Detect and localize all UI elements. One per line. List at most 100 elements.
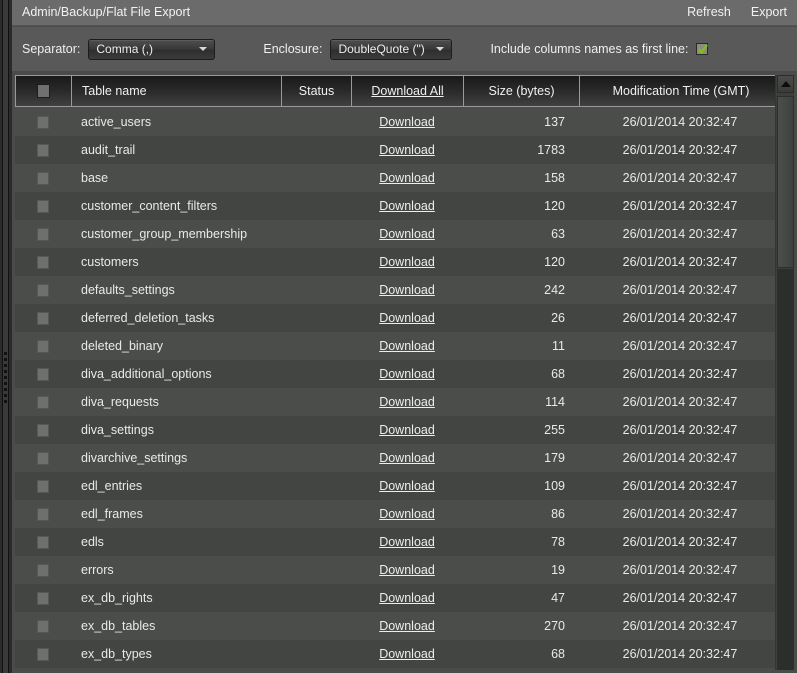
cell-size: 120: [544, 255, 565, 269]
enclosure-select[interactable]: DoubleQuote ("): [330, 38, 453, 60]
row-checkbox[interactable]: [37, 339, 49, 353]
cell-size: 78: [551, 535, 565, 549]
table-row[interactable]: customer_group_membership Download 63 26/01…: [15, 220, 783, 248]
row-checkbox[interactable]: [37, 647, 49, 661]
download-link[interactable]: Download: [379, 199, 435, 213]
download-link[interactable]: Download: [379, 339, 435, 353]
header-select-all-cell: [16, 76, 72, 106]
table-row[interactable]: edls Download 78 26/01/2014 20:32:47: [15, 528, 783, 556]
table-row[interactable]: divarchive_settings Download 179 26/01/2014…: [15, 444, 783, 472]
row-checkbox[interactable]: [37, 199, 49, 213]
row-select-cell: [15, 500, 71, 528]
row-select-cell: [15, 472, 71, 500]
table-row[interactable]: customer_content_filters Download 120 26/01…: [15, 192, 783, 220]
export-button[interactable]: Export: [751, 5, 787, 19]
cell-modification-time: 26/01/2014 20:32:47: [622, 451, 738, 465]
download-link[interactable]: Download: [379, 423, 435, 437]
table-row[interactable]: defaults_settings Download 242 26/01/2014 2…: [15, 276, 783, 304]
row-select-cell: [15, 248, 71, 276]
row-checkbox[interactable]: [37, 115, 49, 129]
scroll-up-button[interactable]: [777, 75, 794, 93]
download-link[interactable]: Download: [379, 647, 435, 661]
header-size[interactable]: Size (bytes): [464, 76, 580, 106]
download-link[interactable]: Download: [379, 395, 435, 409]
scrollbar-track[interactable]: [777, 269, 794, 670]
download-link[interactable]: Download: [379, 479, 435, 493]
left-splitter-rail[interactable]: [0, 0, 12, 673]
download-link[interactable]: Download: [379, 255, 435, 269]
row-checkbox[interactable]: [37, 171, 49, 185]
header-modification-time[interactable]: Modification Time (GMT): [580, 76, 782, 106]
cell-table-name: ex_db_rights: [81, 591, 153, 605]
table-row[interactable]: edl_entries Download 109 26/01/2014 20:32:4…: [15, 472, 783, 500]
table-row[interactable]: active_users Download 137 26/01/2014 20:32:…: [15, 108, 783, 136]
scrollbar-thumb[interactable]: [777, 96, 794, 268]
cell-table-name: customers: [81, 255, 139, 269]
row-checkbox[interactable]: [37, 143, 49, 157]
refresh-button[interactable]: Refresh: [687, 5, 731, 19]
row-checkbox[interactable]: [37, 423, 49, 437]
download-link[interactable]: Download: [379, 507, 435, 521]
table-row[interactable]: deleted_binary Download 11 26/01/2014 20:32…: [15, 332, 783, 360]
download-link[interactable]: Download: [379, 283, 435, 297]
select-all-checkbox[interactable]: [37, 84, 50, 98]
row-select-cell: [15, 556, 71, 584]
row-checkbox[interactable]: [37, 395, 49, 409]
download-link[interactable]: Download: [379, 115, 435, 129]
cell-status: [281, 136, 351, 164]
row-select-cell: [15, 612, 71, 640]
row-checkbox[interactable]: [37, 535, 49, 549]
table-row[interactable]: audit_trail Download 1783 26/01/2014 20:32:…: [15, 136, 783, 164]
table-row[interactable]: base Download 158 26/01/2014 20:32:47: [15, 164, 783, 192]
cell-download: Download: [351, 248, 463, 276]
row-checkbox[interactable]: [37, 591, 49, 605]
cell-download: Download: [351, 360, 463, 388]
separator-select[interactable]: Comma (,): [88, 38, 216, 60]
row-select-cell: [15, 444, 71, 472]
download-link[interactable]: Download: [379, 143, 435, 157]
row-checkbox[interactable]: [37, 367, 49, 381]
table-row[interactable]: deferred_deletion_tasks Download 26 26/01/2…: [15, 304, 783, 332]
download-link[interactable]: Download: [379, 619, 435, 633]
table-row[interactable]: ex_db_rights Download 47 26/01/2014 20:32:4…: [15, 584, 783, 612]
download-all-link[interactable]: Download All: [371, 84, 443, 98]
table-row[interactable]: edl_frames Download 86 26/01/2014 20:32:47: [15, 500, 783, 528]
download-link[interactable]: Download: [379, 563, 435, 577]
download-link[interactable]: Download: [379, 535, 435, 549]
cell-table-name: defaults_settings: [81, 283, 175, 297]
cell-download: Download: [351, 528, 463, 556]
download-link[interactable]: Download: [379, 591, 435, 605]
table-row[interactable]: ex_db_types Download 68 26/01/2014 20:32:47: [15, 640, 783, 668]
download-link[interactable]: Download: [379, 451, 435, 465]
header-status[interactable]: Status: [282, 76, 352, 106]
download-link[interactable]: Download: [379, 227, 435, 241]
row-checkbox[interactable]: [37, 479, 49, 493]
table-row[interactable]: ex_db_tables Download 270 26/01/2014 20:32:…: [15, 612, 783, 640]
row-checkbox[interactable]: [37, 311, 49, 325]
table-row[interactable]: diva_settings Download 255 26/01/2014 20:32…: [15, 416, 783, 444]
download-link[interactable]: Download: [379, 311, 435, 325]
download-link[interactable]: Download: [379, 367, 435, 381]
row-checkbox[interactable]: [37, 619, 49, 633]
include-columns-checkbox[interactable]: [696, 43, 709, 55]
download-link[interactable]: Download: [379, 171, 435, 185]
cell-download: Download: [351, 416, 463, 444]
cell-size: 11: [552, 339, 565, 353]
table-row[interactable]: customers Download 120 26/01/2014 20:32:47: [15, 248, 783, 276]
vertical-scrollbar[interactable]: [775, 75, 794, 670]
row-checkbox[interactable]: [37, 451, 49, 465]
table-row[interactable]: diva_requests Download 114 26/01/2014 20:32…: [15, 388, 783, 416]
cell-status: [281, 220, 351, 248]
table-row[interactable]: diva_additional_options Download 68 26/01/2…: [15, 360, 783, 388]
row-select-cell: [15, 584, 71, 612]
row-checkbox[interactable]: [37, 227, 49, 241]
row-select-cell: [15, 528, 71, 556]
table-row[interactable]: errors Download 19 26/01/2014 20:32:47: [15, 556, 783, 584]
row-checkbox[interactable]: [37, 255, 49, 269]
header-table-name[interactable]: Table name: [72, 76, 282, 106]
row-checkbox[interactable]: [37, 563, 49, 577]
row-checkbox[interactable]: [37, 283, 49, 297]
splitter-drag-handle[interactable]: [3, 352, 8, 404]
row-checkbox[interactable]: [37, 507, 49, 521]
check-icon: [698, 44, 709, 55]
